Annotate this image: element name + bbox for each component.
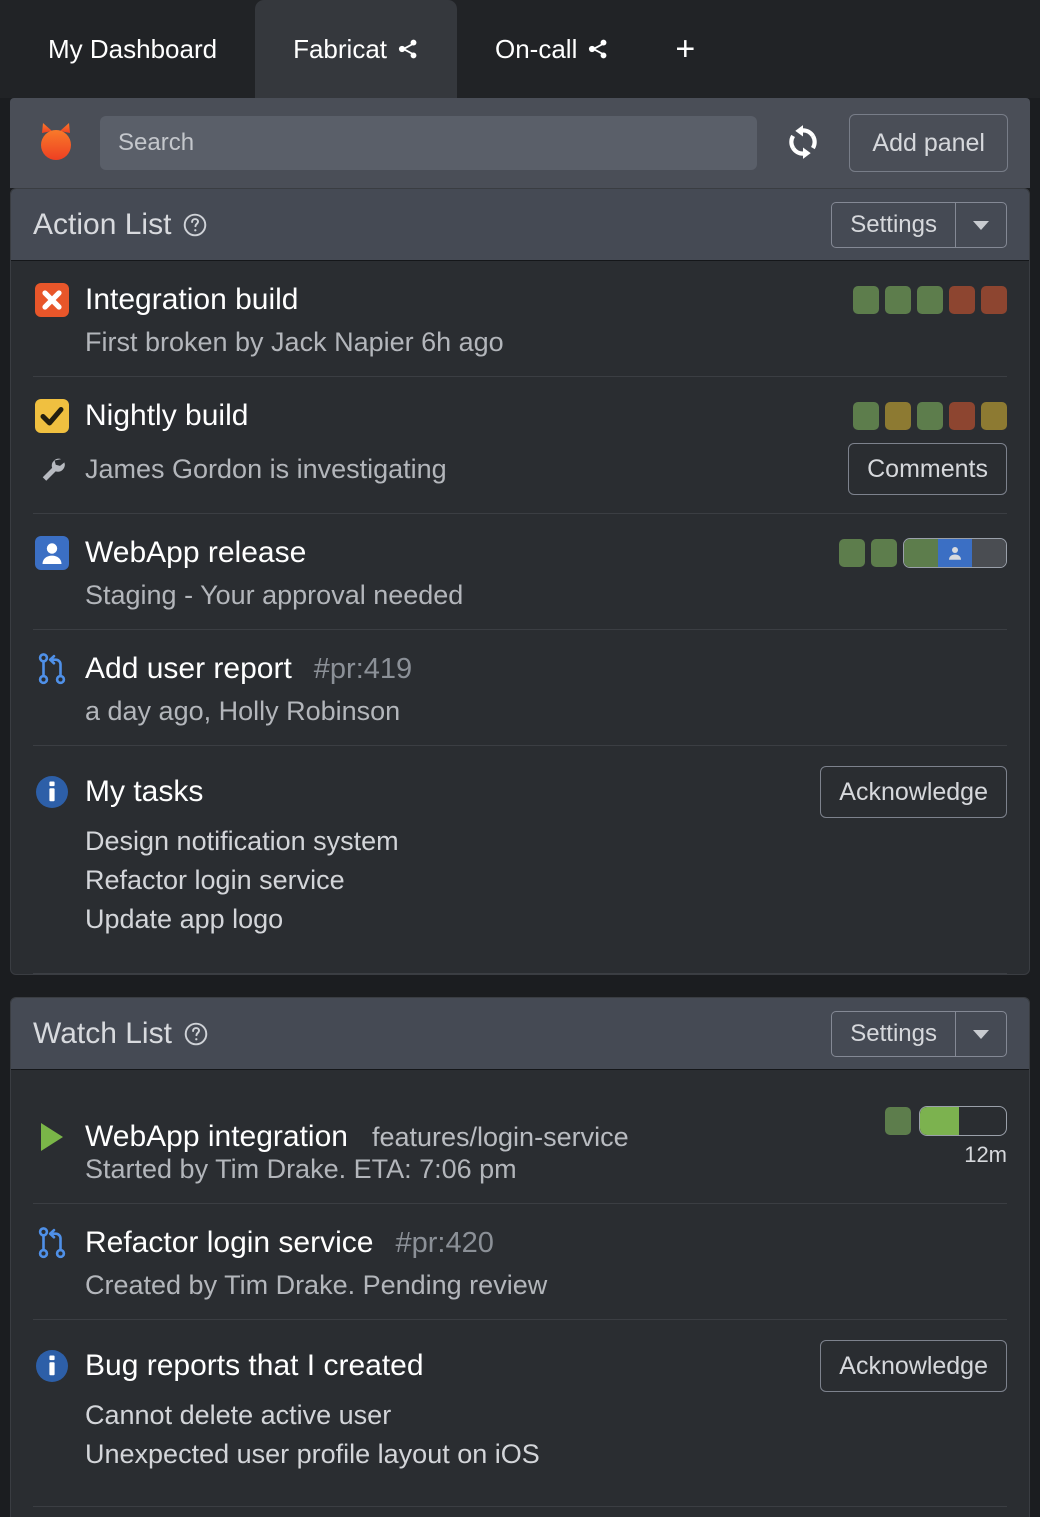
item-id: #pr:419 [314,653,412,686]
info-icon [33,1347,71,1385]
item-description: Started by Tim Drake. ETA: 7:06 pm [85,1154,517,1185]
tab-my-dashboard[interactable]: My Dashboard [10,0,255,98]
share-icon [587,38,609,60]
item-description: a day ago, Holly Robinson [85,696,400,727]
settings-button[interactable]: Settings [831,202,955,248]
refresh-icon [781,120,825,167]
approval-combo-bar [903,538,1007,568]
item-title: Integration build [85,283,299,317]
play-icon [33,1118,71,1156]
add-panel-button[interactable]: Add panel [849,114,1008,172]
task-item[interactable]: Cannot delete active user [85,1400,1007,1431]
pull-request-icon [33,1224,71,1262]
panel-body: Integration build First broken by Jack N… [11,261,1029,974]
item-id: #pr:420 [395,1227,493,1260]
panel-header: Watch List Settings [11,998,1029,1070]
error-x-icon [33,281,71,319]
list-item[interactable]: Integration build First broken by Jack N… [33,261,1007,377]
settings-button[interactable]: Settings [831,1011,955,1057]
pull-request-icon [33,650,71,688]
list-item[interactable]: Refactor login service #pr:420 Created b… [33,1204,1007,1320]
item-branch: features/login-service [372,1122,629,1153]
tab-label: On-call [495,34,577,65]
panel-title-label: Watch List [33,1017,172,1051]
toolbar: Add panel [10,98,1030,188]
list-item[interactable]: My tasks Acknowledge Design notification… [33,746,1007,974]
acknowledge-button[interactable]: Acknowledge [820,766,1007,818]
acknowledge-button[interactable]: Acknowledge [820,1340,1007,1392]
task-item[interactable]: Refactor login service [85,865,1007,896]
comments-button[interactable]: Comments [848,443,1007,495]
check-warning-icon [33,397,71,435]
task-item[interactable]: Design notification system [85,826,1007,857]
panel-title-label: Action List [33,208,171,242]
task-item[interactable]: Unexpected user profile layout on iOS [85,1439,1007,1470]
status-squares [853,402,1007,430]
add-tab-label: + [675,30,695,69]
item-description: Created by Tim Drake. Pending review [85,1270,547,1301]
list-item[interactable]: Add user report #pr:419 a day ago, Holly… [33,630,1007,746]
panel-title: Watch List [33,1017,209,1051]
wrench-icon [33,454,71,484]
share-icon [397,38,419,60]
refresh-button[interactable] [777,117,829,169]
tab-label: Fabricat [293,34,387,65]
chevron-down-icon[interactable] [955,1011,1007,1057]
panel-title: Action List [33,208,208,242]
settings-group: Settings [831,1011,1007,1057]
cat-logo-icon [32,119,80,167]
tab-label: My Dashboard [48,34,217,65]
task-item[interactable]: Update app logo [85,904,1007,935]
list-item[interactable]: WebApp integration features/login-servic… [33,1070,1007,1204]
item-title: WebApp integration [85,1120,348,1154]
status-squares [839,538,1007,568]
progress-indicator: 12m [885,1106,1007,1168]
item-title: Nightly build [85,399,248,433]
item-title: Refactor login service [85,1226,373,1260]
settings-group: Settings [831,202,1007,248]
item-description: James Gordon is investigating [85,454,447,485]
tab-on-call[interactable]: On-call [457,0,647,98]
panel-watch-list: Watch List Settings WebApp int [10,997,1030,1517]
item-title: My tasks [85,775,203,809]
item-title: Add user report [85,652,292,686]
item-description: First broken by Jack Napier 6h ago [85,327,504,358]
item-description: Staging - Your approval needed [85,580,463,611]
tab-fabricat[interactable]: Fabricat [255,0,457,98]
chevron-down-icon[interactable] [955,202,1007,248]
user-approval-icon [33,534,71,572]
help-icon[interactable] [182,212,208,238]
progress-eta-label: 12m [964,1142,1007,1168]
panel-body: WebApp integration features/login-servic… [11,1070,1029,1517]
list-item[interactable]: WebApp release [33,514,1007,630]
info-icon [33,773,71,811]
search-input[interactable] [100,116,757,170]
add-tab-button[interactable]: + [647,0,723,98]
list-item[interactable]: Nightly build James Gordon is investigat… [33,377,1007,514]
item-title: WebApp release [85,536,306,570]
panel-action-list: Action List Settings [10,188,1030,975]
help-icon[interactable] [183,1021,209,1047]
panel-header: Action List Settings [11,189,1029,261]
status-squares [853,286,1007,314]
progress-bar [919,1106,1007,1136]
tab-bar: My Dashboard Fabricat On-call + [0,0,1040,98]
list-item[interactable]: Bug reports that I created Acknowledge C… [33,1320,1007,1507]
item-title: Bug reports that I created [85,1349,424,1383]
